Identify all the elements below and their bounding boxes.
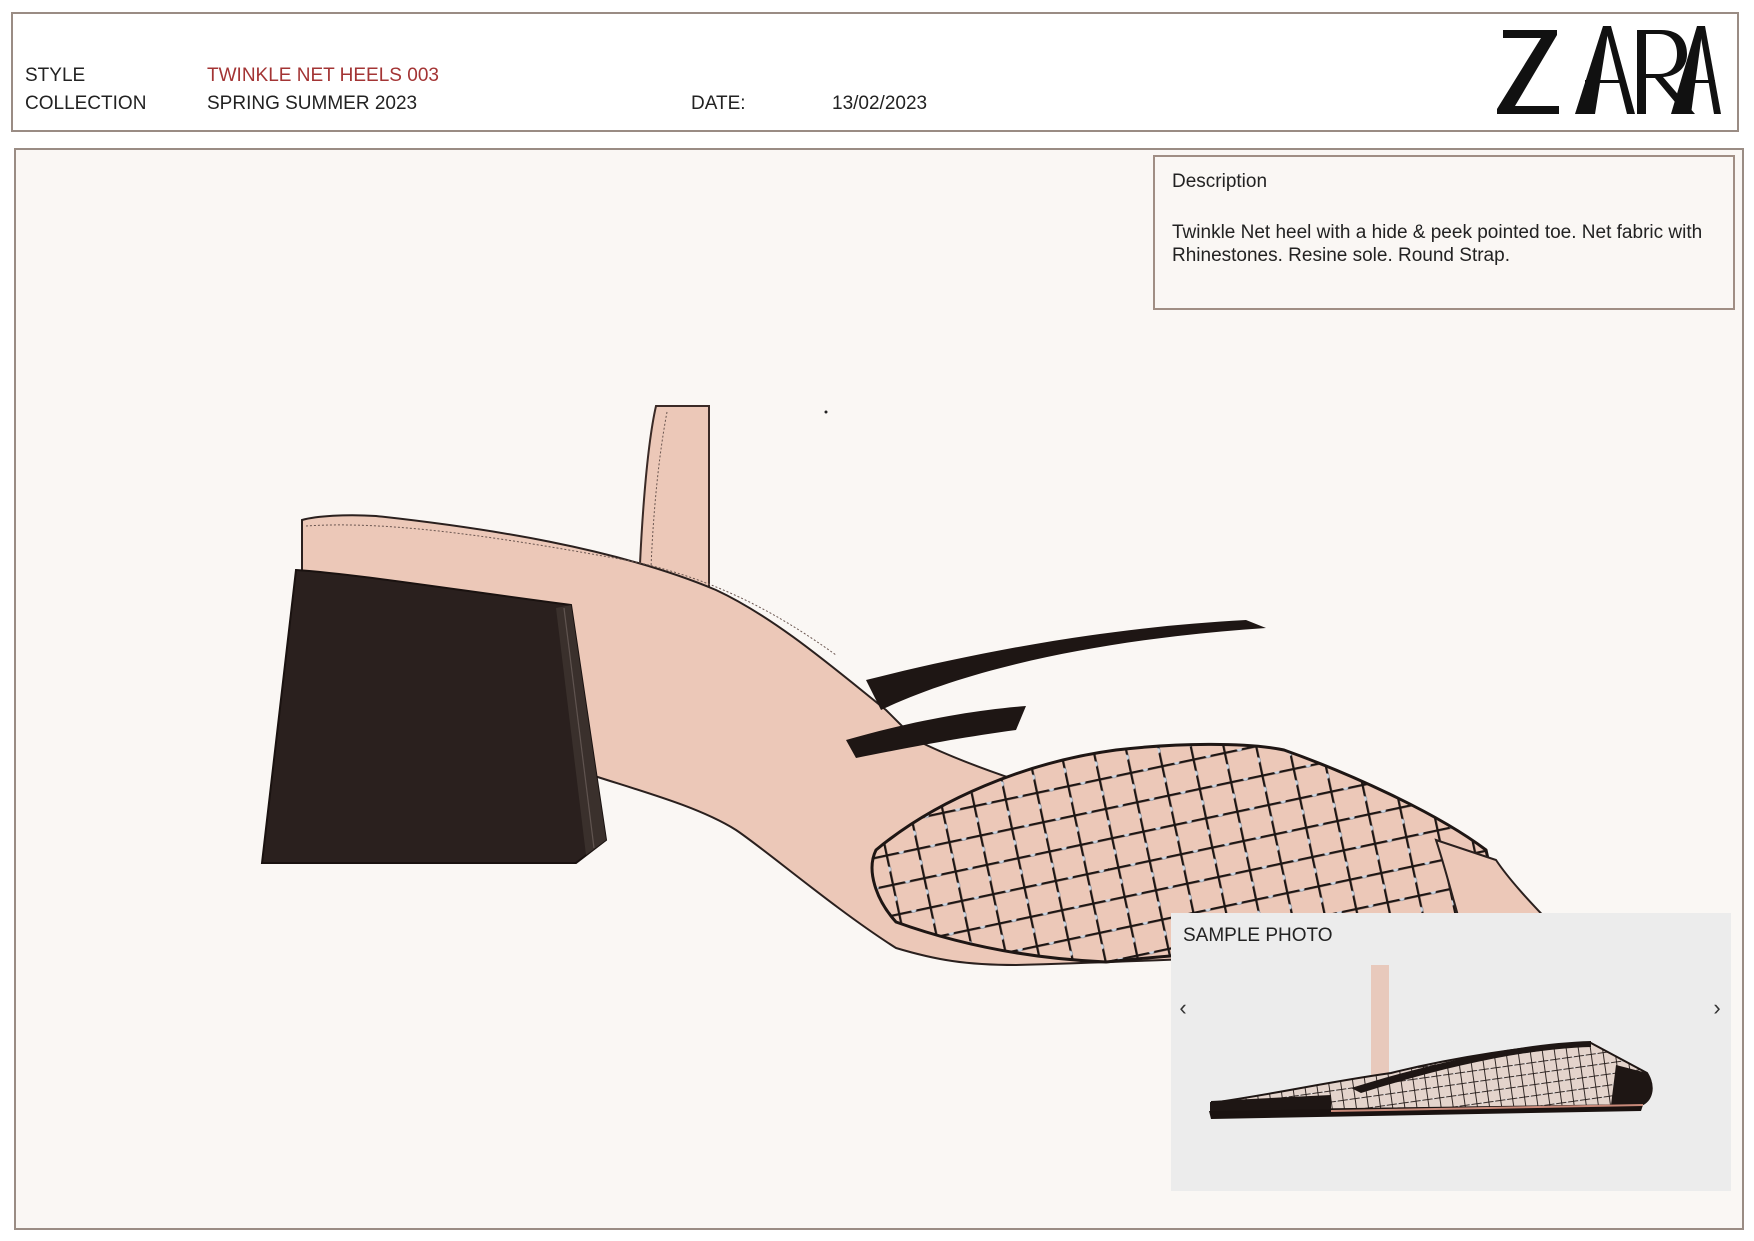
sample-photo-title: SAMPLE PHOTO <box>1183 925 1333 946</box>
chevron-left-icon[interactable]: ‹ <box>1172 995 1194 1021</box>
description-body: Twinkle Net heel with a hide & peek poin… <box>1172 222 1703 266</box>
sample-photo-panel: SAMPLE PHOTO ‹ › <box>1171 913 1731 1191</box>
style-label: STYLE <box>25 65 86 86</box>
date-label: DATE: <box>691 93 746 114</box>
date-value: 13/02/2023 <box>832 93 928 114</box>
description-box: Description Twinkle Net heel with a hide… <box>1153 155 1735 310</box>
collection-label: COLLECTION <box>25 93 147 114</box>
header-panel: STYLE TWINKLE NET HEELS 003 COLLECTION S… <box>11 12 1739 132</box>
zara-logo <box>1497 26 1721 114</box>
chevron-right-icon[interactable]: › <box>1706 995 1728 1021</box>
sample-photo-image <box>1209 965 1653 1119</box>
description-title: Description <box>1172 171 1268 192</box>
drawing-panel: Description Twinkle Net heel with a hide… <box>14 148 1744 1230</box>
block-heel <box>260 568 608 864</box>
style-value: TWINKLE NET HEELS 003 <box>207 65 439 86</box>
collection-value: SPRING SUMMER 2023 <box>207 93 418 114</box>
